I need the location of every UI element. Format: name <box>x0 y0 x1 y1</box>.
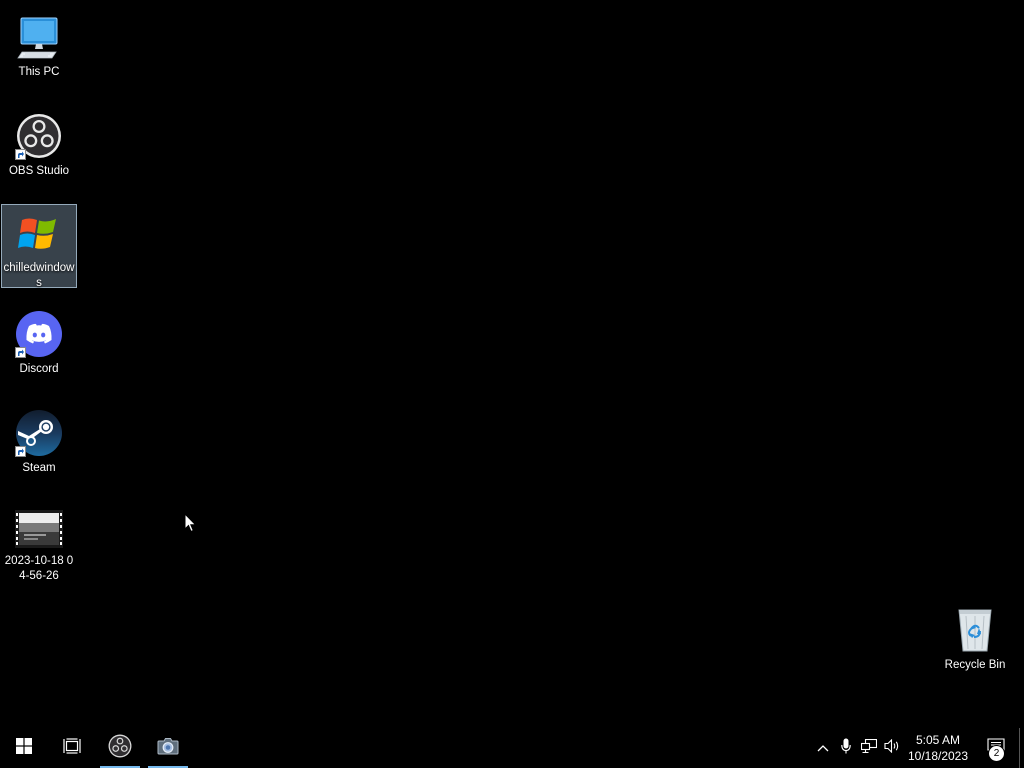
desktop-icon-label: Recycle Bin <box>944 659 1006 671</box>
desktop-icon-label: chilledwindows <box>3 262 75 289</box>
windows-logo-icon <box>15 211 63 257</box>
clock-date: 10/18/2023 <box>907 749 969 763</box>
desktop-icon-video-file[interactable]: 2023-10-18 04-56-26 <box>1 501 77 585</box>
desktop-icon-steam[interactable]: Steam <box>1 402 77 486</box>
shortcut-arrow-icon <box>15 347 26 358</box>
desktop-icon-chilledwindows[interactable]: chilledwindows <box>1 204 77 289</box>
desktop-icon-obs-studio[interactable]: OBS Studio <box>1 105 77 189</box>
shortcut-arrow-icon <box>15 446 26 457</box>
desktop-icon-discord[interactable]: Discord <box>1 303 77 387</box>
volume-icon <box>883 738 900 758</box>
task-view-icon <box>63 737 81 759</box>
show-hidden-icons-button[interactable] <box>811 728 834 768</box>
network-icon <box>860 738 877 758</box>
task-view-button[interactable] <box>48 728 96 768</box>
desktop[interactable]: This PC OBS Studio chilledwindows Discor… <box>0 0 1024 728</box>
show-desktop-button[interactable] <box>1019 728 1024 768</box>
computer-icon <box>15 13 63 61</box>
chevron-up-icon <box>817 739 829 757</box>
obs-studio-icon <box>15 112 63 160</box>
obs-studio-icon <box>108 734 132 763</box>
volume-tray-button[interactable] <box>880 728 903 768</box>
network-tray-button[interactable] <box>857 728 880 768</box>
discord-icon <box>15 310 63 358</box>
start-button[interactable] <box>0 728 48 768</box>
action-center-button[interactable]: 2 <box>973 728 1019 768</box>
windows-start-icon <box>16 737 32 759</box>
microphone-icon <box>840 738 851 759</box>
video-file-icon <box>15 508 63 550</box>
notification-count-badge: 2 <box>988 745 1005 762</box>
desktop-icon-label: This PC <box>18 66 60 78</box>
mouse-cursor-icon <box>184 512 197 538</box>
desktop-icon-label: 2023-10-18 04-56-26 <box>4 555 74 582</box>
shortcut-arrow-icon <box>15 149 26 160</box>
desktop-icon-label: Steam <box>22 462 56 474</box>
recycle-bin-icon <box>951 606 999 654</box>
camera-icon <box>157 737 179 760</box>
desktop-icon-label: Discord <box>19 363 59 375</box>
desktop-icon-recycle-bin[interactable]: Recycle Bin <box>937 599 1013 683</box>
desktop-icon-label: OBS Studio <box>8 165 70 177</box>
taskbar-obs-studio[interactable] <box>96 728 144 768</box>
desktop-icon-this-pc[interactable]: This PC <box>1 6 77 90</box>
taskbar-camera[interactable] <box>144 728 192 768</box>
clock-time: 5:05 AM <box>915 733 961 747</box>
microphone-tray-button[interactable] <box>834 728 857 768</box>
taskbar: 5:05 AM 10/18/2023 2 <box>0 728 1024 768</box>
taskbar-clock[interactable]: 5:05 AM 10/18/2023 <box>903 728 973 768</box>
steam-icon <box>15 409 63 457</box>
